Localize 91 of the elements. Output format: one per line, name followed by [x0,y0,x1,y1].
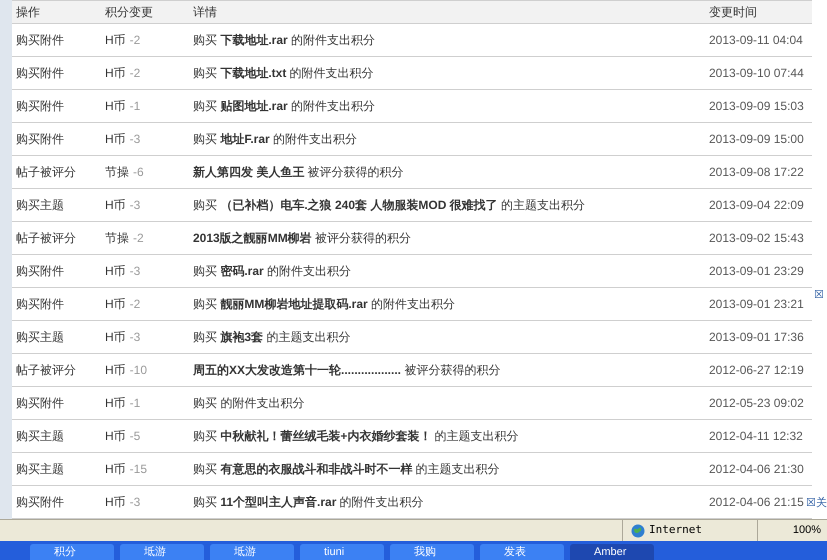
amount-label: -1 [130,395,140,412]
globe-icon [631,524,645,538]
detail-text: 购买 下载地址.rar 的附件支出积分 [192,32,376,49]
column-header: 积分变更 [104,4,154,21]
table-cell-text: 帖子被评分 [15,362,77,379]
column-header: 操作 [15,4,41,21]
currency-label: H币 [105,131,126,148]
table-cell-text: 2012-05-23 09:02 [708,395,805,412]
amount-label: -3 [130,197,140,214]
detail-text: 购买 中秋献礼！蕾丝绒毛装+内衣婚纱套装！ 的主题支出积分 [192,428,520,445]
currency-label: H币 [105,263,126,280]
detail-text: 购买 密码.rar 的附件支出积分 [192,263,352,280]
detail-text: 购买 下载地址.txt 的附件支出积分 [192,65,375,82]
currency-label: H币 [105,197,126,214]
taskbar-button[interactable]: Amber [570,544,654,560]
table-cell-text: 帖子被评分 [15,230,77,247]
table-cell-text: 购买主题 [15,461,65,478]
taskbar-button[interactable]: 坻游 [210,544,294,560]
taskbar-button[interactable]: 发表 [480,544,564,560]
amount-label: -1 [130,98,140,115]
amount-label: -15 [130,461,148,478]
detail-text: 购买 的附件支出积分 [192,395,306,412]
table-cell-text: 2013-09-09 15:03 [708,98,805,115]
currency-label: 节操 [105,230,129,247]
taskbar-button[interactable]: 积分 [30,544,114,560]
amount-label: -3 [130,329,140,346]
table-cell-text: 2012-04-11 12:32 [708,428,804,445]
currency-label: H币 [105,98,126,115]
currency-label: H币 [105,428,126,445]
zone-label: Internet [649,522,702,538]
table-cell-text: 2013-09-01 23:21 [708,296,805,313]
detail-text: 2013版之靓丽MM柳岩 被评分获得的积分 [192,230,412,247]
table-cell-text: 购买附件 [15,32,65,49]
table-cell-text: 2012-06-27 12:19 [708,362,805,379]
amount-label: -2 [130,296,140,313]
currency-label: H币 [105,362,126,379]
amount-label: -5 [130,428,140,445]
detail-text: 购买 11个型叫主人声音.rar 的附件支出积分 [192,494,425,511]
amount-label: -10 [130,362,148,379]
currency-label: H币 [105,32,126,49]
currency-label: 节操 [105,164,129,181]
table-cell-text: 2012-04-06 21:30 [708,461,805,478]
table-cell-text: 2013-09-10 07:44 [708,65,805,82]
table-cell-text: 2013-09-01 23:29 [708,263,805,280]
zoom-label: 100% [792,523,821,538]
taskbar-button[interactable]: 坻游 [120,544,204,560]
table-cell-text: 购买主题 [15,428,65,445]
table-cell-text: 购买附件 [15,263,65,280]
table-cell-text: 购买附件 [15,296,65,313]
currency-label: H币 [105,329,126,346]
detail-text: 购买 贴图地址.rar 的附件支出积分 [192,98,376,115]
table-cell-text: 购买附件 [15,131,65,148]
table-cell-text: 购买附件 [15,65,65,82]
table-cell-text: 2013-09-08 17:22 [708,164,805,181]
table-cell-text: 购买主题 [15,197,65,214]
table-cell-text: 购买主题 [15,329,65,346]
currency-label: H币 [105,65,126,82]
amount-label: -3 [130,263,140,280]
table-cell-text: 2013-09-01 17:36 [708,329,805,346]
table-cell-text: 帖子被评分 [15,164,77,181]
detail-text: 新人第四发 美人鱼王 被评分获得的积分 [192,164,405,181]
column-header: 详情 [192,4,218,21]
amount-label: -6 [133,164,144,181]
detail-text: 购买 （已补档）电车.之狼 240套 人物服装MOD 很难找了 的主题支出积分 [192,197,586,214]
amount-label: -2 [130,32,140,49]
detail-text: 购买 靓丽MM柳岩地址提取码.rar 的附件支出积分 [192,296,456,313]
table-cell-text: 2013-09-02 15:43 [708,230,805,247]
amount-label: -2 [133,230,144,247]
taskbar-button[interactable]: 我购 [390,544,474,560]
currency-label: H币 [105,296,126,313]
currency-label: H币 [105,494,126,511]
taskbar-button[interactable]: tiuni [300,544,384,560]
amount-label: -3 [130,131,140,148]
close-ad-link[interactable]: ☒ [814,287,824,304]
table-cell-text: 2012-04-06 21:15 [708,494,805,511]
table-cell-text: 购买附件 [15,395,65,412]
close-ad-link[interactable]: ☒关 [806,495,827,512]
currency-label: H币 [105,395,126,412]
table-cell-text: 购买附件 [15,98,65,115]
detail-text: 购买 旗袍3套 的主题支出积分 [192,329,352,346]
table-cell-text: 购买附件 [15,494,65,511]
amount-label: -3 [130,494,140,511]
detail-text: 周五的XX大发改造第十一轮.................. 被评分获得的积分 [192,362,502,379]
amount-label: -2 [130,65,140,82]
table-cell-text: 2013-09-04 22:09 [708,197,805,214]
table-cell-text: 2013-09-09 15:00 [708,131,805,148]
detail-text: 购买 有意思的衣服战斗和非战斗时不一样 的主题支出积分 [192,461,501,478]
column-header: 变更时间 [708,4,758,21]
table-cell-text: 2013-09-11 04:04 [708,32,804,49]
currency-label: H币 [105,461,126,478]
detail-text: 购买 地址F.rar 的附件支出积分 [192,131,358,148]
